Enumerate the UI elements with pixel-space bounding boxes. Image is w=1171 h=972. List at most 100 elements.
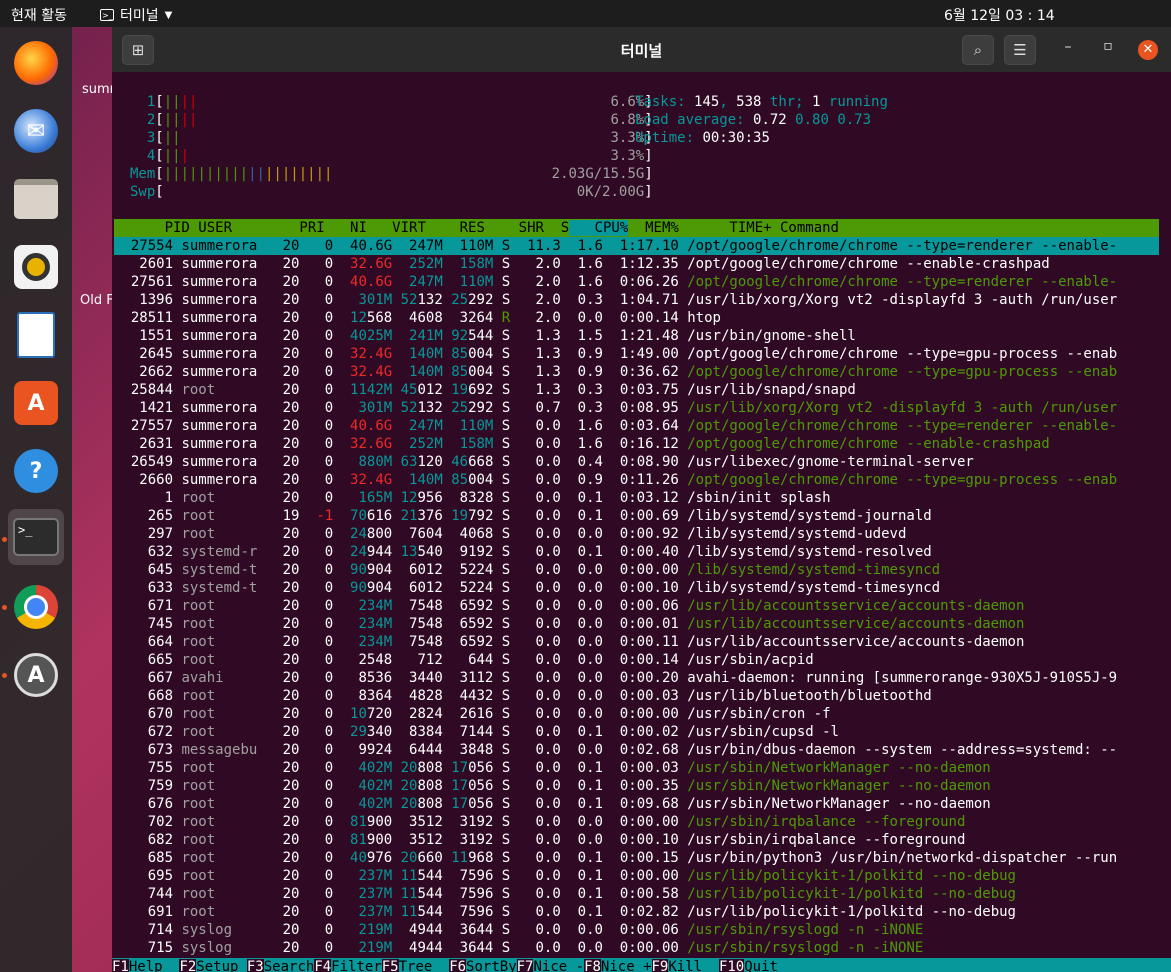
fkey-f2[interactable]: F2Setup — [179, 959, 246, 972]
dock-thunderbird[interactable]: ✉ — [8, 103, 64, 159]
table-row[interactable]: 632 systemd-r 20 0 24944 13540 9192 S 0.… — [114, 543, 1159, 561]
fkey-number: F6 — [449, 959, 467, 972]
column-header-shr[interactable]: SHR — [485, 220, 544, 236]
table-row[interactable]: 28511 summerora 20 0 12568 4608 3264 R 2… — [114, 309, 1159, 327]
cell-mem: 0.3 — [560, 292, 603, 308]
column-header-virt[interactable]: VIRT — [367, 220, 426, 236]
table-row[interactable]: 755 root 20 0 402M 20808 17056 S 0.0 0.1… — [114, 759, 1159, 777]
close-button[interactable]: ✕ — [1138, 40, 1158, 60]
desktop-icon-label[interactable]: Old F — [80, 293, 114, 308]
clock[interactable]: 6월 12일 03 : 14 — [944, 5, 1055, 25]
fkey-f10[interactable]: F10Quit — [718, 959, 778, 972]
column-header-mem[interactable]: MEM% — [628, 220, 679, 236]
table-row[interactable]: 633 systemd-t 20 0 90904 6012 5224 S 0.0… — [114, 579, 1159, 597]
app-menu[interactable]: >_ 터미널 ▼ — [100, 5, 172, 25]
fkey-f5[interactable]: F5Tree — [381, 959, 449, 972]
dock-writer[interactable] — [8, 307, 64, 363]
table-row[interactable]: 2662 summerora 20 0 32.4G 140M 85004 S 1… — [114, 363, 1159, 381]
cell-user: root — [173, 688, 258, 704]
table-row[interactable]: 1396 summerora 20 0 301M 52132 25292 S 2… — [114, 291, 1159, 309]
table-row[interactable]: 670 root 20 0 10720 2824 2616 S 0.0 0.0 … — [114, 705, 1159, 723]
function-key-bar[interactable]: F1Help F2Setup F3SearchF4FilterF5Tree F6… — [112, 958, 1171, 972]
fkey-f1[interactable]: F1Help — [112, 959, 179, 972]
fkey-f6[interactable]: F6SortBy — [449, 959, 517, 972]
cell-shr: 19 — [442, 382, 469, 398]
table-row[interactable]: 702 root 20 0 81900 3512 3192 S 0.0 0.0 … — [114, 813, 1159, 831]
column-header-s[interactable]: S — [544, 220, 569, 236]
cell-command: /lib/systemd/systemd-journald — [678, 508, 932, 524]
table-row[interactable]: 26549 summerora 20 0 880M 63120 46668 S … — [114, 453, 1159, 471]
table-row[interactable]: 671 root 20 0 234M 7548 6592 S 0.0 0.0 0… — [114, 597, 1159, 615]
process-table-header[interactable]: PID USER PRI NI VIRT RES SHR S CPU% MEM%… — [114, 219, 1159, 237]
table-row[interactable]: 645 systemd-t 20 0 90904 6012 5224 S 0.0… — [114, 561, 1159, 579]
fkey-f3[interactable]: F3Search — [246, 959, 314, 972]
search-button[interactable]: ⌕ — [962, 35, 994, 65]
column-header-ni[interactable]: NI — [325, 220, 367, 236]
table-row[interactable]: 673 messagebu 20 0 9924 6444 3848 S 0.0 … — [114, 741, 1159, 759]
table-row[interactable]: 25844 root 20 0 1142M 45012 19692 S 1.3 … — [114, 381, 1159, 399]
table-row[interactable]: 2601 summerora 20 0 32.6G 252M 158M S 2.… — [114, 255, 1159, 273]
table-row[interactable]: 297 root 20 0 24800 7604 4068 S 0.0 0.0 … — [114, 525, 1159, 543]
table-row[interactable]: 695 root 20 0 237M 11544 7596 S 0.0 0.1 … — [114, 867, 1159, 885]
cell-state: S — [493, 850, 511, 866]
cell-user: root — [173, 634, 258, 650]
dock-terminal[interactable]: >_ — [8, 509, 64, 565]
cell-time: 0:00.00 — [602, 562, 679, 578]
table-row[interactable]: 2660 summerora 20 0 32.4G 140M 85004 S 0… — [114, 471, 1159, 489]
dock-firefox[interactable] — [8, 35, 64, 91]
column-header-pid[interactable]: PID — [114, 220, 190, 236]
menu-button[interactable]: ☰ — [1004, 35, 1036, 65]
table-row[interactable]: 27554 summerora 20 0 40.6G 247M 110M S 1… — [114, 237, 1159, 255]
htop-screen[interactable]: 1[|||| 6.6%] 2[|||| 6.8%] 3[|| 3.3%] 4[|… — [112, 72, 1171, 972]
terminal-window[interactable]: ⊞ 터미널 ⌕ ☰ – ▫ ✕ 1[|||| 6.6%] 2[|||| 6.8%… — [112, 27, 1171, 972]
table-row[interactable]: 691 root 20 0 237M 11544 7596 S 0.0 0.1 … — [114, 903, 1159, 921]
title-bar[interactable]: ⊞ 터미널 ⌕ ☰ – ▫ ✕ — [112, 27, 1171, 72]
maximize-button[interactable]: ▫ — [1098, 38, 1118, 54]
table-row[interactable]: 1551 summerora 20 0 4025M 241M 92544 S 1… — [114, 327, 1159, 345]
table-row[interactable]: 665 root 20 0 2548 712 644 S 0.0 0.0 0:0… — [114, 651, 1159, 669]
dock-help[interactable]: ? — [8, 443, 64, 499]
dock-files[interactable] — [8, 171, 64, 227]
table-row[interactable]: 685 root 20 0 40976 20660 11968 S 0.0 0.… — [114, 849, 1159, 867]
dock-updater[interactable]: A — [8, 647, 64, 703]
table-row[interactable]: 27557 summerora 20 0 40.6G 247M 110M S 0… — [114, 417, 1159, 435]
cell-cpu: 0.0 — [510, 616, 561, 632]
table-row[interactable]: 2645 summerora 20 0 32.4G 140M 85004 S 1… — [114, 345, 1159, 363]
table-row[interactable]: 2631 summerora 20 0 32.6G 252M 158M S 0.… — [114, 435, 1159, 453]
column-header-command[interactable]: Command — [772, 220, 839, 236]
cell-shr: 544 — [468, 328, 494, 344]
cell-command: /lib/systemd/systemd-udevd — [678, 526, 907, 542]
column-header-pri[interactable]: PRI — [283, 220, 324, 236]
table-row[interactable]: 676 root 20 0 402M 20808 17056 S 0.0 0.1… — [114, 795, 1159, 813]
minimize-button[interactable]: – — [1058, 39, 1078, 55]
table-row[interactable]: 682 root 20 0 81900 3512 3192 S 0.0 0.0 … — [114, 831, 1159, 849]
fkey-f9[interactable]: F9Kill — [651, 959, 719, 972]
table-row[interactable]: 1421 summerora 20 0 301M 52132 25292 S 0… — [114, 399, 1159, 417]
table-row[interactable]: 744 root 20 0 237M 11544 7596 S 0.0 0.1 … — [114, 885, 1159, 903]
column-header-time[interactable]: TIME+ — [679, 220, 771, 236]
table-row[interactable]: 27561 summerora 20 0 40.6G 247M 110M S 2… — [114, 273, 1159, 291]
fkey-f7[interactable]: F7Nice - — [516, 959, 584, 972]
table-row[interactable]: 672 root 20 0 29340 8384 7144 S 0.0 0.1 … — [114, 723, 1159, 741]
table-row[interactable]: 668 root 20 0 8364 4828 4432 S 0.0 0.0 0… — [114, 687, 1159, 705]
column-header-cpu[interactable]: CPU% — [569, 220, 629, 236]
dock-rhythmbox[interactable] — [8, 239, 64, 295]
dock-chrome[interactable] — [8, 579, 64, 635]
fkey-f4[interactable]: F4Filter — [314, 959, 382, 972]
table-row[interactable]: 759 root 20 0 402M 20808 17056 S 0.0 0.1… — [114, 777, 1159, 795]
cell-shr: 11 — [442, 850, 469, 866]
column-header-user[interactable]: USER — [190, 220, 283, 236]
meter-value: 3.3% — [610, 148, 645, 164]
table-row[interactable]: 715 syslog 20 0 219M 4944 3644 S 0.0 0.0… — [114, 939, 1159, 957]
table-row[interactable]: 745 root 20 0 234M 7548 6592 S 0.0 0.0 0… — [114, 615, 1159, 633]
table-row[interactable]: 714 syslog 20 0 219M 4944 3644 S 0.0 0.0… — [114, 921, 1159, 939]
dock-software[interactable]: A — [8, 375, 64, 431]
table-row[interactable]: 664 root 20 0 234M 7548 6592 S 0.0 0.0 0… — [114, 633, 1159, 651]
table-row[interactable]: 667 avahi 20 0 8536 3440 3112 S 0.0 0.0 … — [114, 669, 1159, 687]
table-row[interactable]: 265 root 19 -1 70616 21376 19792 S 0.0 0… — [114, 507, 1159, 525]
column-header-res[interactable]: RES — [426, 220, 485, 236]
meter-row: 1[|||| 6.6%] — [130, 93, 653, 111]
table-row[interactable]: 1 root 20 0 165M 12956 8328 S 0.0 0.1 0:… — [114, 489, 1159, 507]
activities-button[interactable]: 현재 활동 — [11, 5, 67, 25]
fkey-f8[interactable]: F8Nice + — [584, 959, 652, 972]
